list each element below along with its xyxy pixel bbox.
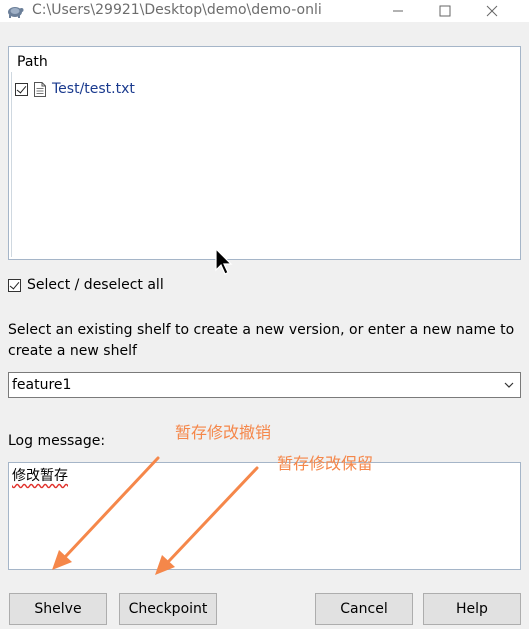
help-button[interactable]: Help (423, 593, 521, 625)
close-button[interactable] (474, 0, 510, 22)
file-name-link[interactable]: Test/test.txt (52, 81, 135, 97)
shelf-name-value[interactable]: feature1 (12, 377, 71, 393)
list-divider (11, 72, 12, 257)
maximize-button[interactable] (427, 0, 463, 22)
close-icon (486, 5, 498, 17)
maximize-icon (439, 5, 451, 17)
file-list-item[interactable]: Test/test.txt (15, 80, 135, 98)
log-message-label: Log message: (8, 433, 106, 449)
window-title: C:\Users\29921\Desktop\demo\demo-onli (32, 2, 322, 18)
shelve-button[interactable]: Shelve (9, 593, 107, 625)
shelf-name-combobox[interactable]: feature1 (8, 372, 521, 398)
file-checkbox[interactable] (15, 82, 28, 96)
checkpoint-button[interactable]: Checkpoint (119, 593, 217, 625)
chevron-down-icon[interactable] (504, 380, 514, 390)
minimize-button[interactable] (380, 0, 416, 22)
minimize-icon (393, 10, 403, 12)
annotation-checkpoint-note: 暂存修改保留 (277, 454, 374, 473)
mouse-cursor-icon (215, 248, 233, 275)
text-file-icon (34, 81, 46, 97)
log-message-input[interactable]: 修改暂存 (8, 462, 521, 570)
column-header-path[interactable]: Path (17, 54, 48, 70)
cancel-button[interactable]: Cancel (315, 593, 413, 625)
select-all-toggle[interactable]: Select / deselect all (8, 277, 164, 293)
file-path-list[interactable]: Path Test/test.txt (8, 46, 521, 260)
tortoise-app-icon (8, 7, 24, 18)
shelf-instructions: Select an existing shelf to create a new… (8, 322, 515, 359)
title-bar: C:\Users\29921\Desktop\demo\demo-onli (0, 0, 529, 22)
select-all-label[interactable]: Select / deselect all (27, 277, 164, 293)
log-message-text[interactable]: 修改暂存 (12, 465, 68, 485)
select-all-checkbox[interactable] (8, 278, 21, 292)
annotation-shelve-note: 暂存修改撤销 (175, 423, 272, 442)
